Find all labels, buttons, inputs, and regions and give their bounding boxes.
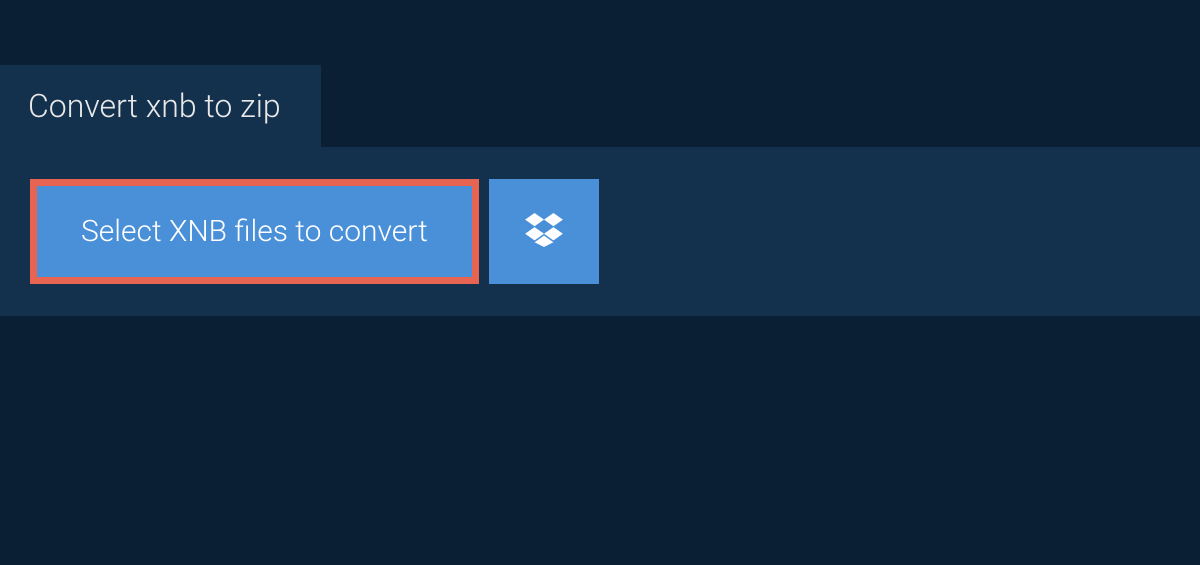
select-files-label: Select XNB files to convert (81, 214, 428, 249)
tab-strip: Convert xnb to zip (0, 65, 1200, 147)
file-select-group: Select XNB files to convert (30, 179, 1170, 284)
converter-panel: Select XNB files to convert (0, 147, 1200, 316)
select-files-button[interactable]: Select XNB files to convert (30, 179, 479, 284)
dropbox-icon (525, 213, 563, 251)
tab-label: Convert xnb to zip (28, 87, 281, 125)
tab-convert-xnb-zip[interactable]: Convert xnb to zip (0, 65, 321, 147)
dropbox-button[interactable] (489, 179, 599, 284)
